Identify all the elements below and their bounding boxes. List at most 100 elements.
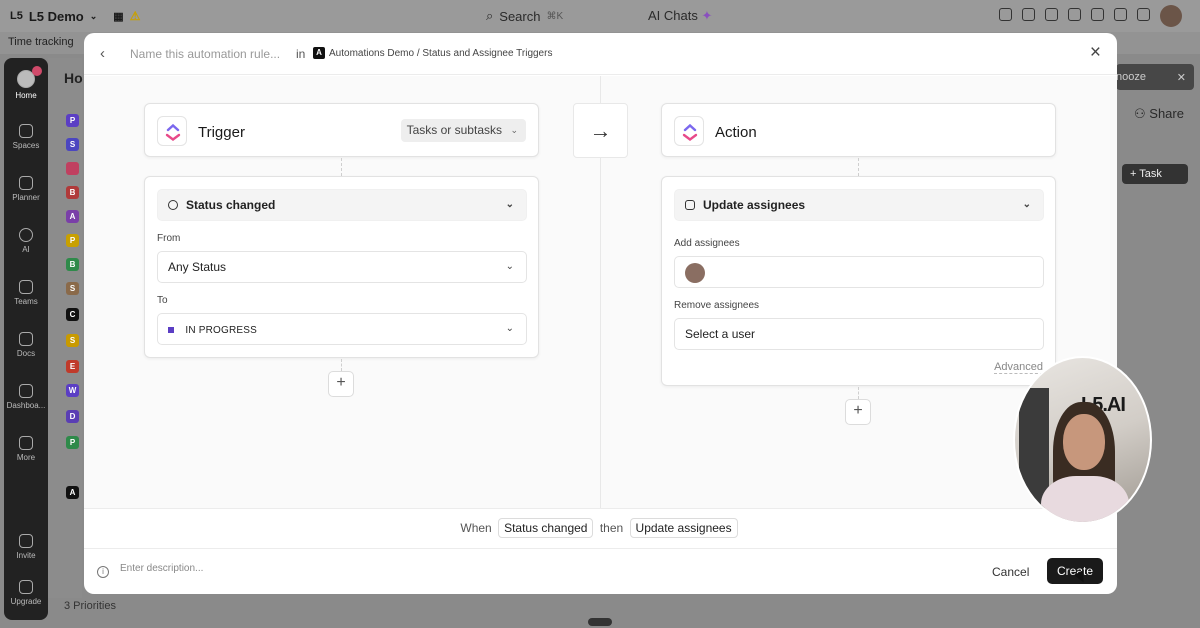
workspace-switcher[interactable]: L5 L5 Demo ⌄ ▦ ⚠ xyxy=(10,9,140,24)
space-item[interactable]: A xyxy=(66,486,79,499)
rail-item-more[interactable]: More xyxy=(4,436,48,462)
action-card: Action xyxy=(661,103,1056,157)
space-item[interactable]: P xyxy=(66,234,79,247)
automation-canvas: Trigger Tasks or subtasks ⌄ Status chang… xyxy=(84,76,1117,508)
remove-assignees-select[interactable]: Select a user xyxy=(674,318,1044,350)
user-avatar[interactable] xyxy=(1160,5,1182,27)
location-breadcrumb[interactable]: Automations Demo / Status and Assignee T… xyxy=(329,48,552,59)
create-button[interactable]: Create xyxy=(1047,558,1103,584)
space-item[interactable]: S xyxy=(66,138,79,151)
close-icon[interactable]: ✕ xyxy=(1177,71,1186,84)
warning-icon[interactable]: ⚠ xyxy=(130,9,141,23)
snooze-button[interactable]: nooze ✕ xyxy=(1116,64,1194,90)
from-status-select[interactable]: Any Status ⌄ xyxy=(157,251,527,283)
rail-item-spaces[interactable]: Spaces xyxy=(4,124,48,150)
rail-item-upgrade[interactable]: Upgrade xyxy=(4,580,48,606)
calendar-icon[interactable]: ▦ xyxy=(113,10,123,23)
rail-item-label: Home xyxy=(15,91,37,100)
cancel-button[interactable]: Cancel xyxy=(992,565,1029,579)
arrow-right-icon: → xyxy=(573,103,628,158)
space-item[interactable]: B xyxy=(66,258,79,271)
add-assignees-input[interactable] xyxy=(674,256,1044,288)
space-item[interactable]: C xyxy=(66,308,79,321)
bottom-bar: 3 Priorities xyxy=(48,596,1200,618)
task-label: Task xyxy=(1139,168,1162,180)
space-item[interactable]: E xyxy=(66,360,79,373)
mic-icon[interactable] xyxy=(1091,8,1104,21)
status-icon xyxy=(168,200,178,210)
top-bar: L5 L5 Demo ⌄ ▦ ⚠ ⌕ Search ⌘K AI Chats ✦ xyxy=(0,0,1200,32)
advanced-link[interactable]: Advanced xyxy=(994,361,1043,374)
webcam-overlay: L5.AI xyxy=(1013,356,1152,524)
chevron-down-icon: ⌄ xyxy=(510,125,518,135)
rail-item-label: Invite xyxy=(16,551,36,560)
rail-item-invite[interactable]: Invite xyxy=(4,534,48,560)
user-icon xyxy=(685,200,695,210)
close-icon[interactable]: × xyxy=(1090,42,1101,64)
rule-name-input[interactable]: Name this automation rule... xyxy=(130,47,280,61)
description-input[interactable] xyxy=(120,563,520,574)
rail-item-planner[interactable]: Planner xyxy=(4,176,48,202)
summary-when: When xyxy=(460,521,492,535)
rail-item-dashboards[interactable]: Dashboa... xyxy=(4,384,48,410)
space-item[interactable]: B xyxy=(66,186,79,199)
people-icon[interactable] xyxy=(66,460,79,473)
rail-item-label: Dashboa... xyxy=(6,401,46,410)
action-title: Action xyxy=(715,124,757,141)
notepad-icon[interactable] xyxy=(1045,8,1058,21)
in-label: in xyxy=(296,47,306,61)
ai-icon xyxy=(19,228,33,242)
inbox-icon[interactable] xyxy=(1022,8,1035,21)
clickup-logo-icon xyxy=(674,116,704,146)
page-title: Ho xyxy=(64,70,83,86)
to-status-select[interactable]: IN PROGRESS ⌄ xyxy=(157,313,527,345)
space-item[interactable]: A xyxy=(66,210,79,223)
back-icon[interactable]: ‹ xyxy=(100,45,105,62)
teams-icon xyxy=(19,280,33,294)
top-toolbar-icons xyxy=(999,8,1150,21)
global-search[interactable]: ⌕ Search ⌘K xyxy=(486,8,563,24)
apps-icon[interactable] xyxy=(1137,8,1150,21)
search-label: Search xyxy=(499,8,541,24)
grid-icon xyxy=(19,436,33,450)
summary-then: then xyxy=(599,521,624,535)
space-item[interactable] xyxy=(66,162,79,175)
rail-item-teams[interactable]: Teams xyxy=(4,280,48,306)
time-tracking-label[interactable]: Time tracking xyxy=(8,36,74,48)
action-event-select[interactable]: Update assignees ⌄ xyxy=(674,189,1044,221)
trigger-event-select[interactable]: Status changed ⌄ xyxy=(157,189,527,221)
priorities-label[interactable]: 3 Priorities xyxy=(64,600,116,612)
from-status-value: Any Status xyxy=(168,260,227,274)
space-icon: A xyxy=(313,47,325,59)
space-item[interactable]: P xyxy=(66,114,79,127)
snooze-label: nooze xyxy=(1116,71,1146,83)
rail-item-label: Upgrade xyxy=(10,597,42,606)
add-condition-button[interactable]: + xyxy=(328,371,354,397)
space-item[interactable]: D xyxy=(66,410,79,423)
alarm-icon[interactable] xyxy=(1114,8,1127,21)
chevron-down-icon: ⌄ xyxy=(1022,199,1031,210)
space-item[interactable]: S xyxy=(66,282,79,295)
space-item[interactable]: S xyxy=(66,334,79,347)
clickup-logo-icon xyxy=(157,116,187,146)
modal-footer: i Cancel Create xyxy=(84,548,1117,594)
notification-badge xyxy=(32,66,42,76)
ai-chats-button[interactable]: AI Chats ✦ xyxy=(648,8,712,24)
trigger-event-label: Status changed xyxy=(186,198,276,212)
video-icon[interactable] xyxy=(1068,8,1081,21)
space-item[interactable]: W xyxy=(66,384,79,397)
space-item[interactable]: P xyxy=(66,436,79,449)
rail-item-docs[interactable]: Docs xyxy=(4,332,48,358)
upgrade-icon xyxy=(19,580,33,594)
rule-summary: When Status changed then Update assignee… xyxy=(84,508,1117,548)
add-action-button[interactable]: + xyxy=(845,399,871,425)
rail-item-label: AI xyxy=(22,245,30,254)
check-circle-icon[interactable] xyxy=(999,8,1012,21)
share-button[interactable]: ⚇ Share xyxy=(1134,106,1184,122)
trigger-scope-select[interactable]: Tasks or subtasks ⌄ xyxy=(400,119,526,142)
rail-item-ai[interactable]: AI xyxy=(4,228,48,254)
rail-item-home[interactable]: Home xyxy=(4,66,48,100)
spaces-icon xyxy=(19,124,33,138)
scroll-handle[interactable] xyxy=(588,618,612,626)
add-task-button[interactable]: + Task xyxy=(1122,164,1188,184)
